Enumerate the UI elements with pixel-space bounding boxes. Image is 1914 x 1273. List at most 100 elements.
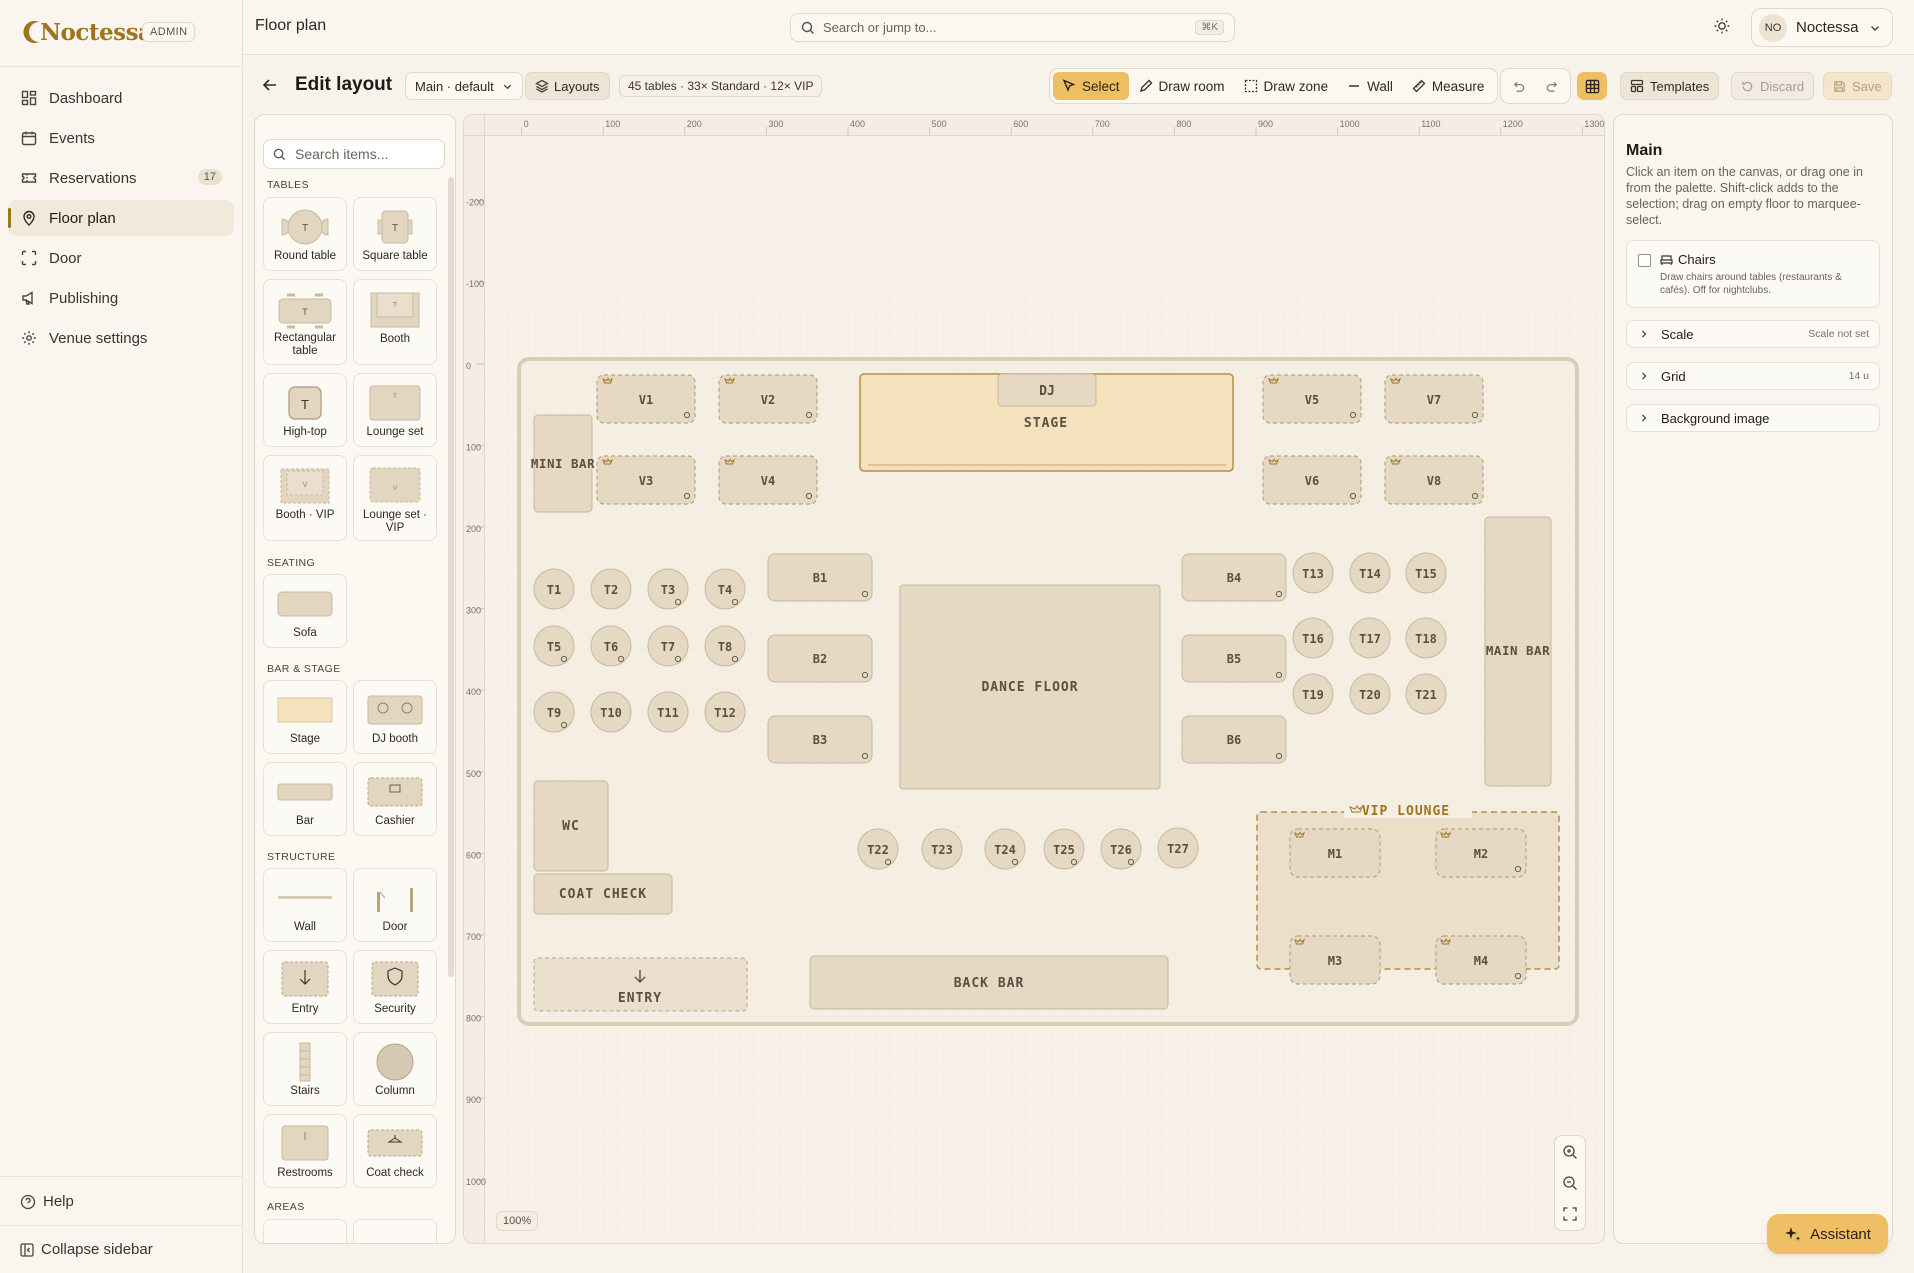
back-bar[interactable]: BACK BAR <box>809 955 1169 1010</box>
palette-door[interactable]: Door <box>353 868 437 942</box>
layouts-button[interactable]: Layouts <box>525 72 610 100</box>
tool-wall[interactable]: Wall <box>1338 72 1402 100</box>
palette-booth-vip[interactable]: V Booth · VIP <box>263 455 347 541</box>
palette-dj-booth[interactable]: DJ booth <box>353 680 437 754</box>
round-table-t4[interactable]: T4 <box>704 568 746 610</box>
palette-wall[interactable]: Wall <box>263 868 347 942</box>
assistant-button[interactable]: Assistant <box>1767 1214 1888 1254</box>
background-image-accordion[interactable]: Background image <box>1626 404 1880 432</box>
dj-booth[interactable]: DJ <box>997 373 1097 407</box>
booth-b5[interactable]: B5 <box>1181 634 1287 683</box>
tool-measure[interactable]: Measure <box>1403 72 1494 100</box>
grid-toggle-button[interactable] <box>1577 72 1607 100</box>
palette-round-table[interactable]: T Round table <box>263 197 347 271</box>
vip-table-v1[interactable]: V1 <box>596 374 696 424</box>
collapse-sidebar-button[interactable]: Collapse sidebar <box>20 1241 153 1258</box>
round-table-t3[interactable]: T3 <box>647 568 689 610</box>
round-table-t22[interactable]: T22 <box>857 828 899 870</box>
sidebar-item-floor-plan[interactable]: Floor plan <box>8 200 234 236</box>
coat-check[interactable]: COAT CHECK <box>533 873 673 915</box>
canvas-drawing[interactable]: 0 100 200 300 400 500 600 700 800 900 1000 1100 1200… <box>464 115 1605 1244</box>
palette-scrollbar[interactable] <box>448 177 454 977</box>
palette-restrooms[interactable]: Restrooms <box>263 1114 347 1188</box>
palette-stage[interactable]: Stage <box>263 680 347 754</box>
floor-plan-canvas[interactable]: 0 100 200 300 400 500 600 700 800 900 1000 1100 1200… <box>463 114 1605 1244</box>
palette-booth[interactable]: T Booth <box>353 279 437 365</box>
save-button[interactable]: Save <box>1823 72 1892 100</box>
global-search-input[interactable]: Search or jump to... ⌘K <box>790 13 1235 42</box>
zoom-in-icon[interactable] <box>1562 1144 1578 1160</box>
sidebar-item-publishing[interactable]: Publishing <box>8 280 234 316</box>
sidebar-item-dashboard[interactable]: Dashboard <box>8 80 234 116</box>
vip-table-v5[interactable]: V5 <box>1262 374 1362 424</box>
round-table-t10[interactable]: T10 <box>590 691 632 733</box>
round-table-t21[interactable]: T21 <box>1405 673 1447 715</box>
round-table-t25[interactable]: T25 <box>1043 828 1085 870</box>
back-arrow-icon[interactable] <box>261 76 279 94</box>
round-table-t17[interactable]: T17 <box>1349 617 1391 659</box>
round-table-t1[interactable]: T1 <box>533 568 575 610</box>
palette-coat-check[interactable]: Coat check <box>353 1114 437 1188</box>
templates-button[interactable]: Templates <box>1620 72 1720 100</box>
entry[interactable]: ENTRY <box>533 957 748 1012</box>
booth-b6[interactable]: B6 <box>1181 715 1287 764</box>
round-table-t13[interactable]: T13 <box>1292 552 1334 594</box>
main-bar[interactable]: MAIN BAR <box>1484 516 1552 787</box>
round-table-t12[interactable]: T12 <box>704 691 746 733</box>
redo-icon[interactable] <box>1545 79 1560 94</box>
vip-table-v3[interactable]: V3 <box>596 455 696 505</box>
undo-icon[interactable] <box>1511 79 1526 94</box>
scale-accordion[interactable]: Scale Scale not set <box>1626 320 1880 348</box>
vip-table-v4[interactable]: V4 <box>718 455 818 505</box>
round-table-t19[interactable]: T19 <box>1292 673 1334 715</box>
booth-b2[interactable]: B2 <box>767 634 873 683</box>
tool-select[interactable]: Select <box>1053 72 1129 100</box>
fit-screen-icon[interactable] <box>1562 1206 1578 1222</box>
round-table-t26[interactable]: T26 <box>1100 828 1142 870</box>
round-table-t2[interactable]: T2 <box>590 568 632 610</box>
theme-toggle-button[interactable] <box>1713 17 1735 39</box>
sidebar-item-venue-settings[interactable]: Venue settings <box>8 320 234 356</box>
sidebar-item-events[interactable]: Events <box>8 120 234 156</box>
tool-draw-room[interactable]: Draw room <box>1130 72 1234 100</box>
palette-square-table[interactable]: T Square table <box>353 197 437 271</box>
round-table-t16[interactable]: T16 <box>1292 617 1334 659</box>
palette-sofa[interactable]: Sofa <box>263 574 347 648</box>
palette-rectangular-table[interactable]: T Rectangular table <box>263 279 347 365</box>
user-menu-button[interactable]: NO Noctessa <box>1751 8 1893 47</box>
round-table-t6[interactable]: T6 <box>590 625 632 667</box>
palette-cashier[interactable]: Cashier <box>353 762 437 836</box>
tool-draw-zone[interactable]: Draw zone <box>1235 72 1338 100</box>
palette-security[interactable]: Security <box>353 950 437 1024</box>
round-table-t7[interactable]: T7 <box>647 625 689 667</box>
sidebar-item-reservations[interactable]: Reservations 17 <box>8 160 234 196</box>
round-table-t14[interactable]: T14 <box>1349 552 1391 594</box>
palette-high-top[interactable]: T High-top <box>263 373 347 447</box>
vip-table-v7[interactable]: V7 <box>1384 374 1484 424</box>
palette-stairs[interactable]: Stairs <box>263 1032 347 1106</box>
booth-b1[interactable]: B1 <box>767 553 873 602</box>
palette-area-item[interactable] <box>263 1219 347 1243</box>
vip-table-v6[interactable]: V6 <box>1262 455 1362 505</box>
round-table-t23[interactable]: T23 <box>921 828 963 870</box>
palette-lounge-set[interactable]: T Lounge set <box>353 373 437 447</box>
vip-table-v8[interactable]: V8 <box>1384 455 1484 505</box>
discard-button[interactable]: Discard <box>1731 72 1815 100</box>
booth-b4[interactable]: B4 <box>1181 553 1287 602</box>
brand-logo[interactable]: Noctessa <box>22 18 153 46</box>
palette-column[interactable]: Column <box>353 1032 437 1106</box>
dance-floor[interactable]: DANCE FLOOR <box>899 584 1161 790</box>
lounge-table-m4[interactable]: M4 <box>1435 935 1527 985</box>
vip-table-v2[interactable]: V2 <box>718 374 818 424</box>
grid-accordion[interactable]: Grid 14 u <box>1626 362 1880 390</box>
round-table-t20[interactable]: T20 <box>1349 673 1391 715</box>
round-table-t27[interactable]: T27 <box>1157 827 1199 869</box>
layout-select[interactable]: Main · default <box>405 72 523 100</box>
palette-search-input[interactable]: Search items... <box>263 139 445 169</box>
lounge-table-m2[interactable]: M2 <box>1435 828 1527 878</box>
round-table-t11[interactable]: T11 <box>647 691 689 733</box>
palette-area-item[interactable] <box>353 1219 437 1243</box>
palette-lounge-set-vip[interactable]: V Lounge set · VIP <box>353 455 437 541</box>
sidebar-item-door[interactable]: Door <box>8 240 234 276</box>
help-link[interactable]: Help <box>20 1193 74 1210</box>
